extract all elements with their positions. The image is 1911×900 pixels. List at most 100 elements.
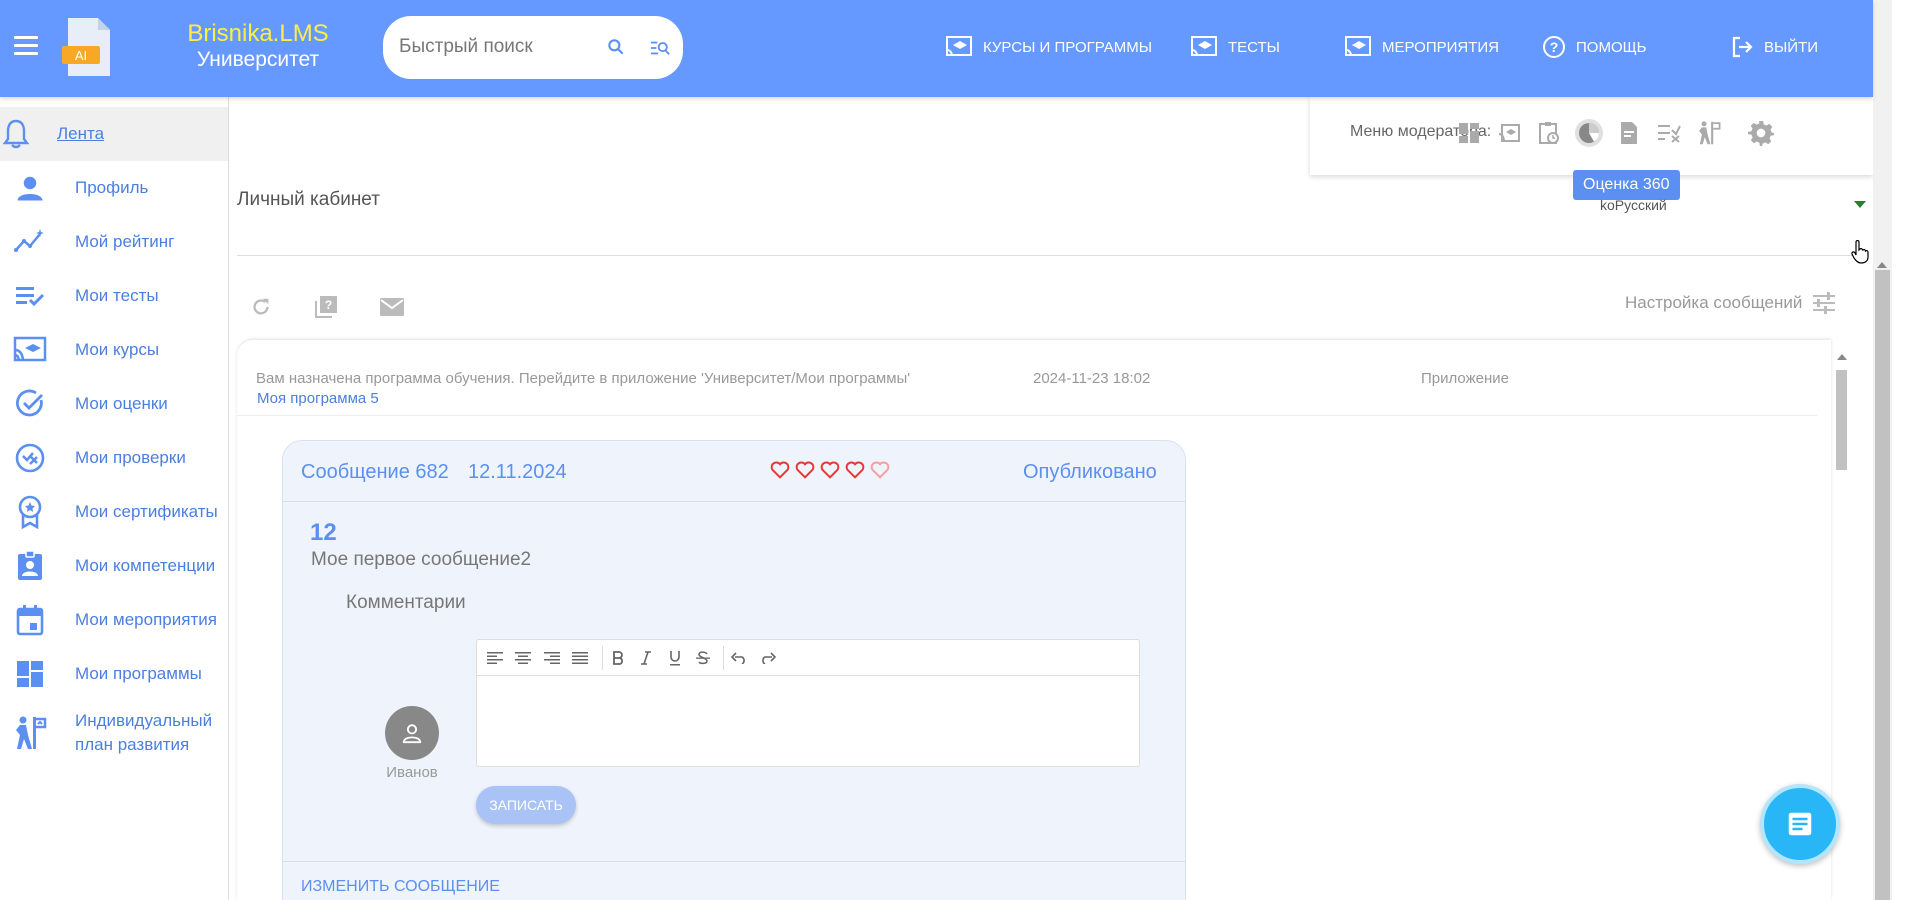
sidebar-item-competencies[interactable]: Мои компетенции <box>0 539 228 593</box>
courses-icon <box>946 36 972 56</box>
heart-icon[interactable] <box>769 459 791 481</box>
scrollbar-thumb[interactable] <box>1875 270 1890 900</box>
language-dropdown-arrow[interactable] <box>1854 201 1866 208</box>
sidebar-item-rating[interactable]: Мой рейтинг <box>0 215 228 269</box>
align-left-icon[interactable] <box>484 647 506 669</box>
hand-cursor-icon <box>1851 240 1869 264</box>
advanced-search-icon[interactable] <box>649 38 671 58</box>
status-badge: Опубликовано <box>1023 461 1157 483</box>
sidebar-item-idp[interactable]: Индивидуальный план развития <box>0 701 228 765</box>
sidebar-item-tests[interactable]: Мои тесты <box>0 269 228 323</box>
sidebar-item-programs[interactable]: Мои программы <box>0 647 228 701</box>
avatar <box>385 706 439 760</box>
sidebar-item-label: Мой рейтинг <box>75 232 175 252</box>
person-icon <box>12 170 48 206</box>
logo[interactable]: AI <box>62 18 114 78</box>
language-code: ko <box>1600 197 1615 213</box>
svg-text:AI: AI <box>75 48 87 63</box>
italic-icon[interactable] <box>635 647 657 669</box>
heart-icon[interactable] <box>869 459 891 481</box>
message-card: Сообщение 682 12.11.2024 Опубликовано 12… <box>282 440 1186 900</box>
sidebar: Лента Профиль Мой рейтинг Мои тесты Мои … <box>0 97 229 900</box>
question-bank-icon[interactable]: ? <box>311 292 341 322</box>
heart-icon[interactable] <box>844 459 866 481</box>
sidebar-item-certificates[interactable]: Мои сертификаты <box>0 485 228 539</box>
review-icon <box>12 440 48 476</box>
editor-toolbar <box>477 640 1139 676</box>
sidebar-item-profile[interactable]: Профиль <box>0 161 228 215</box>
nav-tests[interactable]: ТЕСТЫ <box>1190 32 1280 62</box>
dashboard-icon[interactable] <box>1455 119 1483 147</box>
divider <box>283 861 1185 862</box>
language-selector[interactable]: koРусский <box>1600 197 1667 213</box>
bold-icon[interactable] <box>607 647 629 669</box>
refresh-icon[interactable] <box>246 292 276 322</box>
sidebar-item-label: Лента <box>57 124 105 144</box>
search-input[interactable]: Быстрый поиск <box>399 36 533 58</box>
notification-link[interactable]: Моя программа 5 <box>257 390 379 407</box>
chat-button[interactable] <box>1760 784 1840 864</box>
mail-icon[interactable] <box>377 292 407 322</box>
sidebar-item-grades[interactable]: Мои оценки <box>0 377 228 431</box>
document-icon[interactable] <box>1615 119 1643 147</box>
brand: Brisnika.LMS Университет <box>178 20 338 72</box>
comment-text-area[interactable] <box>477 677 1139 766</box>
tune-icon <box>1813 292 1836 314</box>
nav-help[interactable]: ? ПОМОЩЬ <box>1542 32 1647 62</box>
top-bar: AI Brisnika.LMS Университет Быстрый поис… <box>0 0 1873 97</box>
search-box[interactable]: Быстрый поиск <box>383 16 683 79</box>
nav-events-label: МЕРОПРИЯТИЯ <box>1382 38 1500 56</box>
app: AI Brisnika.LMS Университет Быстрый поис… <box>0 0 1911 900</box>
pie-chart-icon[interactable] <box>1575 119 1603 147</box>
logout-icon <box>1732 36 1753 58</box>
notification-source: Приложение <box>1421 370 1509 387</box>
sidebar-item-reviews[interactable]: Мои проверки <box>0 431 228 485</box>
nav-events[interactable]: МЕРОПРИЯТИЯ <box>1344 32 1499 62</box>
svg-text:?: ? <box>325 298 332 312</box>
redo-icon[interactable] <box>757 647 779 669</box>
sidebar-item-label: Мои тесты <box>75 286 159 306</box>
scrollbar-thumb[interactable] <box>1836 370 1847 470</box>
search-icon[interactable] <box>606 37 626 57</box>
strikethrough-icon[interactable] <box>692 647 714 669</box>
main-content: Меню модератора: Оценка 360 koРусский Ли… <box>229 97 1873 900</box>
save-comment-button[interactable]: ЗАПИСАТЬ <box>476 786 576 824</box>
cast-icon <box>12 332 48 368</box>
nav-logout[interactable]: ВЫЙТИ <box>1730 32 1818 62</box>
page-scrollbar[interactable] <box>1873 0 1911 900</box>
edit-message-button[interactable]: ИЗМЕНИТЬ СООБЩЕНИЕ <box>301 878 500 896</box>
sidebar-item-label: Мои оценки <box>75 394 168 414</box>
message-settings-button[interactable]: Настройка сообщений <box>1625 292 1836 314</box>
nav-courses[interactable]: КУРСЫ И ПРОГРАММЫ <box>945 32 1152 62</box>
checklist-x-icon[interactable] <box>1655 119 1683 147</box>
document-logo-icon: AI <box>62 18 110 76</box>
gear-icon[interactable] <box>1747 119 1775 147</box>
rating-hearts[interactable] <box>769 459 891 481</box>
heart-icon[interactable] <box>794 459 816 481</box>
underline-icon[interactable] <box>664 647 686 669</box>
notification-date: 2024-11-23 18:02 <box>1033 370 1151 387</box>
align-right-icon[interactable] <box>541 647 563 669</box>
toolbar-separator <box>602 646 603 670</box>
message-title: Сообщение 682 <box>301 461 449 483</box>
sidebar-item-label: Мои мероприятия <box>75 610 217 630</box>
align-center-icon[interactable] <box>512 647 534 669</box>
sidebar-item-events[interactable]: Мои мероприятия <box>0 593 228 647</box>
menu-icon[interactable] <box>14 36 38 56</box>
scroll-up-arrow[interactable] <box>1837 354 1847 360</box>
tests-icon <box>1191 36 1217 56</box>
clipboard-clock-icon[interactable] <box>1535 119 1563 147</box>
message-body: Мое первое сообщение2 <box>311 549 532 570</box>
assignment-icon[interactable] <box>1495 119 1523 147</box>
sidebar-item-feed[interactable]: Лента <box>0 107 228 161</box>
undo-icon[interactable] <box>728 647 750 669</box>
align-justify-icon[interactable] <box>569 647 591 669</box>
heart-icon[interactable] <box>819 459 841 481</box>
growth-icon[interactable] <box>1695 119 1723 147</box>
sidebar-item-courses[interactable]: Мои курсы <box>0 323 228 377</box>
message-settings-label: Настройка сообщений <box>1625 293 1803 312</box>
growth-icon <box>12 715 48 751</box>
scroll-up-arrow[interactable] <box>1877 262 1887 268</box>
divider <box>237 255 1869 256</box>
nav-courses-label: КУРСЫ И ПРОГРАММЫ <box>983 38 1153 56</box>
